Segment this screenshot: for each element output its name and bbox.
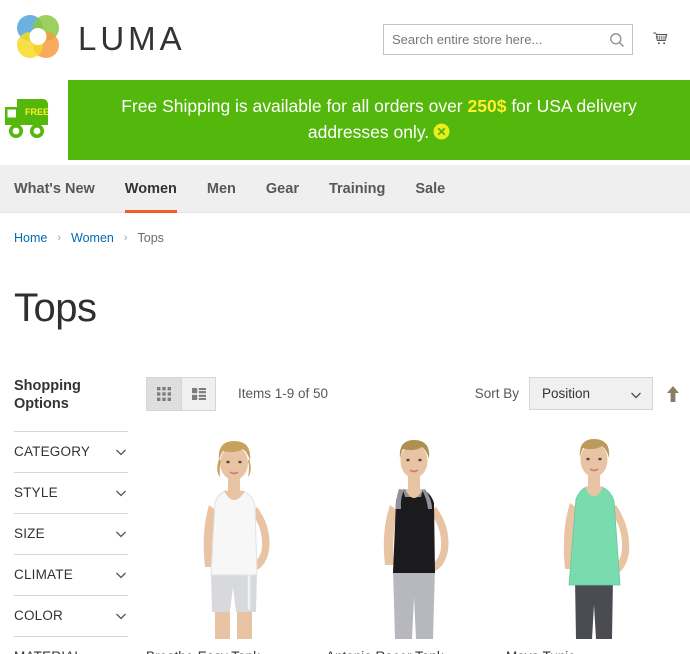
sidebar-item-category[interactable]: CATEGORY	[14, 430, 128, 472]
sort-direction-button[interactable]	[664, 383, 682, 405]
shopping-cart-icon	[653, 32, 668, 45]
sort-by-select[interactable]: Position	[529, 377, 653, 411]
nav-item-whats-new[interactable]: What's New	[14, 165, 110, 213]
site-header: LUMA	[0, 0, 690, 80]
catalog-content: Items 1-9 of 50 Sort By Position	[136, 376, 690, 654]
svg-text:FREE: FREE	[25, 107, 49, 117]
promo-banner-row: FREE Free Shipping is available for all …	[0, 80, 690, 165]
search-icon	[610, 32, 624, 47]
nav-item-women[interactable]: Women	[110, 165, 192, 213]
search-box[interactable]	[383, 24, 633, 55]
sidebar-item-color[interactable]: COLOR	[14, 594, 128, 636]
grid-view-icon	[157, 386, 171, 401]
nav-item-training[interactable]: Training	[314, 165, 400, 213]
sidebar-title: Shopping Options	[14, 377, 81, 412]
breadcrumb-item-women[interactable]: Women	[71, 231, 114, 245]
product-photo-maya-tunic	[517, 426, 667, 639]
sort-by-label: Sort By	[474, 386, 519, 402]
product-grid: Breathe-Easy Tank	[136, 424, 682, 654]
nav-item-sale[interactable]: Sale	[400, 165, 460, 213]
arrow-up-icon	[667, 385, 679, 402]
sort-controls: Sort By Position	[474, 377, 682, 411]
breadcrumb: Home › Women › Tops	[0, 213, 690, 245]
page-title: Tops	[14, 285, 97, 330]
product-image[interactable]	[502, 424, 682, 639]
filter-label: CATEGORY	[14, 444, 91, 460]
filter-label: CLIMATE	[14, 567, 73, 583]
items-count: Items 1-9 of 50	[238, 386, 329, 402]
close-circle-icon	[433, 123, 450, 140]
chevron-down-icon	[116, 449, 126, 456]
grid-view-button[interactable]	[147, 377, 181, 410]
sidebar-item-material[interactable]: MATERIAL	[14, 635, 128, 654]
free-shipping-banner: Free Shipping is available for all order…	[68, 80, 690, 160]
breadcrumb-separator: ›	[57, 232, 62, 244]
product-item[interactable]: Maya Tunic	[502, 424, 682, 654]
banner-message: Free Shipping is available for all order…	[68, 93, 690, 146]
view-mode-toggle	[146, 376, 216, 411]
product-name[interactable]: Maya Tunic	[502, 649, 682, 654]
catalog-toolbar: Items 1-9 of 50 Sort By Position	[136, 376, 682, 411]
chevron-down-icon	[116, 490, 126, 497]
shopping-options-sidebar: Shopping Options CATEGORY STYLE SIZE CLI…	[0, 377, 136, 654]
delivery-truck-icon: FREE	[5, 99, 49, 138]
filter-label: COLOR	[14, 608, 64, 624]
sidebar-item-size[interactable]: SIZE	[14, 512, 128, 554]
product-item[interactable]: Antonia Racer Tank	[322, 424, 502, 654]
product-name[interactable]: Breathe-Easy Tank	[142, 649, 322, 654]
chevron-down-icon	[116, 531, 126, 538]
search-input[interactable]	[384, 25, 602, 54]
product-image[interactable]	[142, 424, 322, 639]
sidebar-item-style[interactable]: STYLE	[14, 471, 128, 513]
chevron-down-icon	[116, 613, 126, 620]
catalog-main: Shopping Options CATEGORY STYLE SIZE CLI…	[0, 359, 690, 654]
banner-text-before: Free Shipping is available for all order…	[121, 96, 468, 117]
brand-name: LUMA	[78, 19, 186, 57]
luma-rings-logo-icon	[17, 15, 59, 58]
storefront-page: LUMA Search entire store here... FREE Fr…	[0, 0, 690, 654]
filter-label: MATERIAL	[14, 649, 82, 654]
free-shipping-truck: FREE	[0, 80, 68, 152]
chevron-down-icon	[114, 650, 128, 654]
sidebar-item-climate[interactable]: CLIMATE	[14, 553, 128, 595]
banner-close-button[interactable]	[433, 121, 450, 147]
product-photo-antonia-racer-tank	[337, 426, 487, 639]
chevron-down-icon	[631, 392, 641, 399]
cart-button[interactable]	[645, 23, 675, 55]
product-name[interactable]: Antonia Racer Tank	[322, 649, 502, 654]
product-item[interactable]: Breathe-Easy Tank	[142, 424, 322, 654]
filter-label: STYLE	[14, 485, 58, 501]
list-view-button[interactable]	[181, 377, 215, 410]
banner-amount: 250$	[467, 96, 507, 117]
breadcrumb-item-home[interactable]: Home	[14, 231, 47, 245]
main-navigation: What's New Women Men Gear Training Sale	[0, 165, 690, 213]
sort-by-value: Position	[542, 386, 591, 402]
nav-item-gear[interactable]: Gear	[251, 165, 314, 213]
search-button[interactable]	[602, 25, 632, 54]
nav-item-men[interactable]: Men	[192, 165, 251, 213]
site-logo[interactable]: LUMA	[12, 12, 186, 64]
chevron-down-icon	[116, 572, 126, 579]
breadcrumb-separator: ›	[123, 232, 128, 244]
product-image[interactable]	[322, 424, 502, 639]
breadcrumb-item-tops: Tops	[137, 231, 164, 245]
filter-label: SIZE	[14, 526, 45, 542]
product-photo-breathe-easy-tank	[157, 426, 307, 639]
list-view-icon	[191, 387, 206, 400]
